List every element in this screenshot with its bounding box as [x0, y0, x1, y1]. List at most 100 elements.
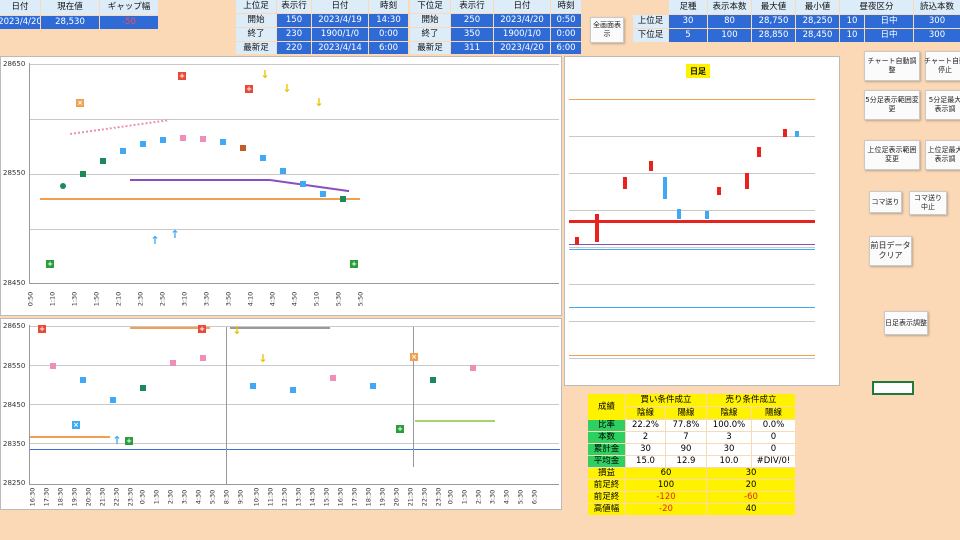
- score-count-label: 本数: [588, 432, 625, 443]
- summary-lower-count[interactable]: 100: [708, 29, 751, 42]
- chart1-up-arrow-icon: ↑: [170, 227, 180, 241]
- daily-candle: [745, 173, 749, 189]
- daily-candle: [783, 129, 787, 137]
- chart2-gridline: [30, 443, 559, 444]
- chart1-xaxis: 0:50 1:10 1:30 1:50 2:10 2:30 2:50 3:10 …: [26, 285, 559, 315]
- min5-range-button[interactable]: 5分足表示範囲変更: [864, 90, 920, 120]
- summary-lower-step[interactable]: 10: [840, 29, 864, 42]
- daily-candle: [757, 147, 761, 157]
- chart1-xtick: 4:50: [290, 291, 299, 307]
- chart2-xtick: 11:30: [266, 487, 275, 507]
- chart1-xtick: 3:50: [224, 291, 233, 307]
- summary-upper-label: 上位足: [633, 15, 668, 28]
- chart1-gridline: [30, 229, 559, 230]
- lower-end-date: 1900/1/0: [494, 28, 550, 41]
- upper-row-header: 表示行: [277, 0, 311, 13]
- gap-value: -50: [100, 16, 158, 29]
- chart1-down-arrow-icon: ↓: [282, 81, 292, 95]
- chart1-candle: [100, 158, 106, 164]
- chart1-cross-icon: ×: [76, 98, 84, 107]
- chart1-candle: [280, 168, 286, 174]
- upper-end-row[interactable]: 230: [277, 28, 311, 41]
- upper-latest-row: 220: [277, 42, 311, 54]
- price-header: 現在値: [41, 0, 99, 15]
- upper-max-button[interactable]: 上位足最大 表示調: [925, 140, 960, 170]
- step-button[interactable]: コマ送り: [869, 191, 902, 213]
- summary-lower-kind[interactable]: 5: [669, 29, 707, 42]
- chart2-candle: [370, 383, 376, 389]
- daily-candle: [677, 209, 681, 219]
- score-prev1-sell: 20: [707, 480, 795, 491]
- score-prev2-sell: -60: [707, 492, 795, 503]
- daily-candle: [663, 177, 667, 199]
- score-avg-label: 平均金: [588, 456, 625, 467]
- score-high-sell: 40: [707, 504, 795, 515]
- chart1-down-arrow-icon: ↓: [314, 95, 324, 109]
- chart1-candle: [180, 135, 186, 141]
- chart1-gridline: [30, 174, 559, 175]
- lower-latest-time: 6:00: [551, 42, 581, 54]
- summary-lower-min: 28,450: [796, 29, 839, 42]
- daily-adjust-button[interactable]: 日足表示調整: [884, 311, 928, 335]
- chart2-candle: [80, 377, 86, 383]
- chart-auto-stop-button[interactable]: チャート自動 停止: [924, 51, 960, 81]
- score-sub-3: 陰線: [707, 407, 751, 419]
- upper-latest-date: 2023/4/14: [312, 42, 368, 54]
- score-prev2-label: 前足終: [588, 492, 625, 503]
- chart-auto-adjust-button[interactable]: チャート自動調整: [864, 51, 920, 81]
- chart1-candle: [60, 183, 66, 189]
- summary-lower-daynight[interactable]: 日中: [865, 29, 913, 42]
- chart1-xtick: 1:50: [92, 291, 101, 307]
- daily-candle: [705, 211, 709, 219]
- chart1-candle: [340, 196, 346, 202]
- upper-end-label: 終了: [236, 28, 276, 41]
- score-avg-v2: 12.9: [666, 456, 706, 467]
- lower-end-row[interactable]: 350: [451, 28, 493, 41]
- chart2-xtick: 20:30: [84, 487, 93, 507]
- chart2-candle: [170, 360, 176, 366]
- summary-upper-daynight[interactable]: 日中: [865, 15, 913, 28]
- chart1-purple-line: [269, 179, 350, 193]
- chart2-sell-flag-icon: +: [198, 324, 206, 333]
- fullscreen-button[interactable]: 全画面表示: [590, 17, 624, 43]
- summary-upper-load[interactable]: 300: [914, 15, 960, 28]
- score-ratio-v2: 77.8%: [666, 420, 706, 431]
- lower-start-row[interactable]: 250: [451, 14, 493, 27]
- daily-chart-panel: 日足: [564, 56, 840, 386]
- chart2-blue-level: [30, 449, 560, 450]
- min5-max-button[interactable]: 5分足最大 表示調: [925, 90, 960, 120]
- score-sub-2: 陽線: [666, 407, 706, 419]
- upper-range-button[interactable]: 上位足表示範囲変更: [864, 140, 920, 170]
- chart2-xtick: 10:30: [252, 487, 261, 507]
- chart2-xtick: 20:30: [392, 487, 401, 507]
- chart1-xtick: 4:30: [268, 291, 277, 307]
- selected-cell[interactable]: [872, 381, 914, 395]
- summary-upper-step[interactable]: 10: [840, 15, 864, 28]
- chart2-ytick-5: 28250: [3, 479, 26, 487]
- daily-gridline: [569, 210, 815, 211]
- chart2-xtick: 1:30: [460, 489, 469, 505]
- chart2-xtick: 2:30: [474, 489, 483, 505]
- chart2-xtick: 5:30: [208, 489, 217, 505]
- chart1-gridline: [30, 64, 559, 65]
- score-sub-1: 陰線: [626, 407, 665, 419]
- summary-header-kind: 足種: [669, 0, 707, 14]
- daily-gridline: [569, 136, 815, 137]
- chart1-xtick: 2:50: [158, 291, 167, 307]
- score-count-v3: 3: [707, 432, 751, 443]
- summary-upper-count[interactable]: 80: [708, 15, 751, 28]
- summary-upper-kind[interactable]: 30: [669, 15, 707, 28]
- score-pl-label: 損益: [588, 468, 625, 479]
- chart2-xtick: 22:30: [112, 487, 121, 507]
- chart2-xtick: 8:30: [222, 489, 231, 505]
- upper-start-date: 2023/4/19: [312, 14, 368, 27]
- chart2-down-arrow-icon: ↓: [232, 323, 242, 337]
- upper-title: 上位足: [236, 0, 276, 13]
- upper-start-row[interactable]: 150: [277, 14, 311, 27]
- chart2-xtick: 17:30: [42, 487, 51, 507]
- step-stop-button[interactable]: コマ送り 中止: [909, 191, 947, 215]
- chart1-xtick: 1:30: [70, 291, 79, 307]
- score-pl-buy: 60: [626, 468, 706, 479]
- clear-prev-day-button[interactable]: 前日データ クリア: [869, 236, 912, 266]
- summary-lower-load[interactable]: 300: [914, 29, 960, 42]
